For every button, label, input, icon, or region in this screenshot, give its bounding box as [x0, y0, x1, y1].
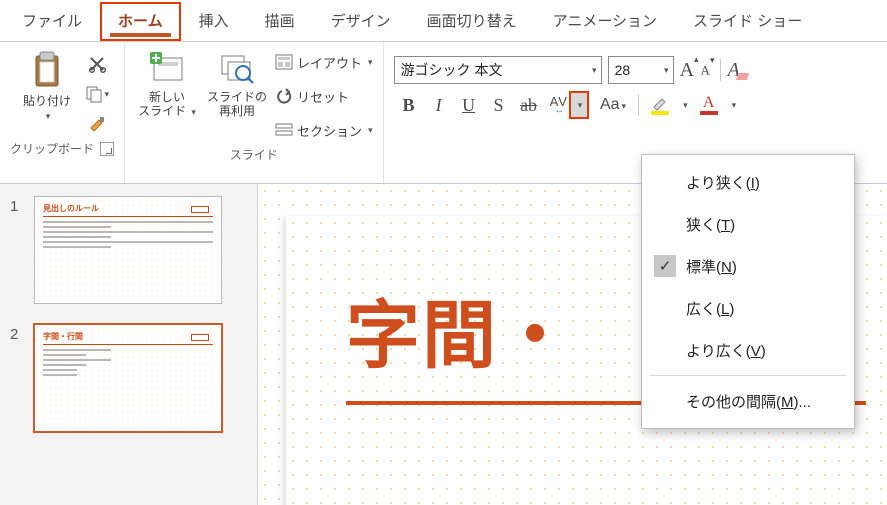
spacing-normal[interactable]: ✓標準(N) — [642, 245, 854, 287]
clear-formatting-button[interactable]: A — [727, 59, 745, 82]
character-spacing-icon: AV↔ — [550, 95, 568, 116]
reuse-slides-button[interactable]: スライドの再利用 — [205, 48, 269, 119]
check-icon: ✓ — [654, 255, 676, 277]
thumb-index-2: 2 — [10, 324, 24, 432]
font-color-button[interactable]: A — [700, 95, 718, 115]
change-case-button[interactable]: Aa▾ — [600, 96, 626, 114]
tab-animations[interactable]: アニメーション — [535, 2, 675, 41]
new-slide-label: 新しいスライド ▾ — [138, 90, 196, 119]
new-slide-icon — [148, 50, 186, 88]
shrink-font-button[interactable]: A▾ — [701, 61, 715, 78]
font-name-combo[interactable]: 游ゴシック 本文▾ — [394, 56, 602, 84]
underline-button[interactable]: U — [460, 95, 478, 116]
section-icon — [275, 122, 293, 138]
reset-button[interactable]: リセット — [275, 84, 373, 108]
thumb1-title: 見出しのルール — [43, 203, 213, 214]
new-slide-button[interactable]: 新しいスライド ▾ — [135, 48, 199, 119]
group-clipboard: 貼り付け▾ ▾ クリップボード — [0, 42, 125, 183]
highlighter-icon — [651, 96, 669, 111]
character-spacing-button[interactable]: AV↔ ▾ — [550, 92, 588, 118]
paintbrush-icon — [87, 114, 107, 134]
clipboard-dialog-launcher[interactable] — [100, 142, 114, 156]
shadow-button[interactable]: S — [490, 95, 508, 116]
tab-slideshow[interactable]: スライド ショー — [675, 2, 820, 41]
copy-button[interactable]: ▾ — [85, 82, 109, 106]
tab-file[interactable]: ファイル — [4, 2, 100, 41]
character-spacing-dropdown[interactable]: ▾ — [570, 92, 588, 118]
font-color-icon: A — [703, 95, 715, 111]
thumb-index-1: 1 — [10, 196, 24, 304]
highlight-color-dropdown[interactable]: ▾ — [683, 100, 688, 111]
spacing-more-options[interactable]: その他の間隔(M)... — [642, 380, 854, 422]
bold-button[interactable]: B — [400, 95, 418, 116]
reuse-slides-label: スライドの再利用 — [207, 90, 267, 119]
tab-home[interactable]: ホーム — [100, 2, 181, 41]
layout-button[interactable]: レイアウト▾ — [275, 50, 373, 74]
layout-icon — [275, 54, 293, 70]
format-painter-button[interactable] — [85, 112, 109, 136]
thumb2-title: 字間・行間 — [43, 331, 213, 342]
grow-font-button[interactable]: A▴ — [680, 59, 699, 82]
tab-transitions[interactable]: 画面切り替え — [409, 2, 535, 41]
group-clipboard-label: クリップボード — [10, 140, 94, 157]
spacing-very-loose[interactable]: より広く(V) — [642, 329, 854, 371]
strikethrough-button[interactable]: ab — [520, 95, 538, 116]
character-spacing-menu: より狭く(I) 狭く(T) ✓標準(N) 広く(L) より広く(V) その他の間… — [641, 154, 855, 429]
spacing-very-tight[interactable]: より狭く(I) — [642, 161, 854, 203]
separator — [720, 59, 721, 81]
ribbon-tabstrip: ファイル ホーム 挿入 描画 デザイン 画面切り替え アニメーション スライド … — [0, 0, 887, 42]
spacing-loose[interactable]: 広く(L) — [642, 287, 854, 329]
reuse-slides-icon — [218, 50, 256, 88]
font-color-dropdown[interactable]: ▾ — [732, 100, 737, 111]
reset-icon — [275, 88, 293, 104]
slide-thumbnail-1[interactable]: 見出しのルール — [34, 196, 222, 304]
separator — [638, 94, 639, 116]
spacing-tight[interactable]: 狭く(T) — [642, 203, 854, 245]
cut-button[interactable] — [85, 52, 109, 76]
group-slides-label: スライド — [230, 146, 278, 163]
paste-button[interactable]: 貼り付け▾ — [15, 48, 79, 123]
highlight-color-button[interactable] — [651, 96, 669, 115]
group-slides: 新しいスライド ▾ スライドの再利用 レイアウト▾ リセット — [125, 42, 384, 183]
italic-button[interactable]: I — [430, 95, 448, 116]
slide-thumbnails-pane: 1 見出しのルール 2 字間・行間 — [0, 184, 258, 505]
slide-thumbnail-2[interactable]: 字間・行間 — [34, 324, 222, 432]
tab-insert[interactable]: 挿入 — [181, 2, 247, 41]
section-button[interactable]: セクション▾ — [275, 118, 373, 142]
clipboard-icon — [30, 50, 64, 92]
scissors-icon — [88, 55, 106, 73]
menu-separator — [650, 375, 846, 376]
tab-draw[interactable]: 描画 — [247, 2, 313, 41]
tab-design[interactable]: デザイン — [313, 2, 409, 41]
copy-icon — [85, 85, 102, 103]
paste-label: 貼り付け▾ — [23, 94, 71, 123]
font-size-combo[interactable]: 28▾ — [608, 56, 674, 84]
